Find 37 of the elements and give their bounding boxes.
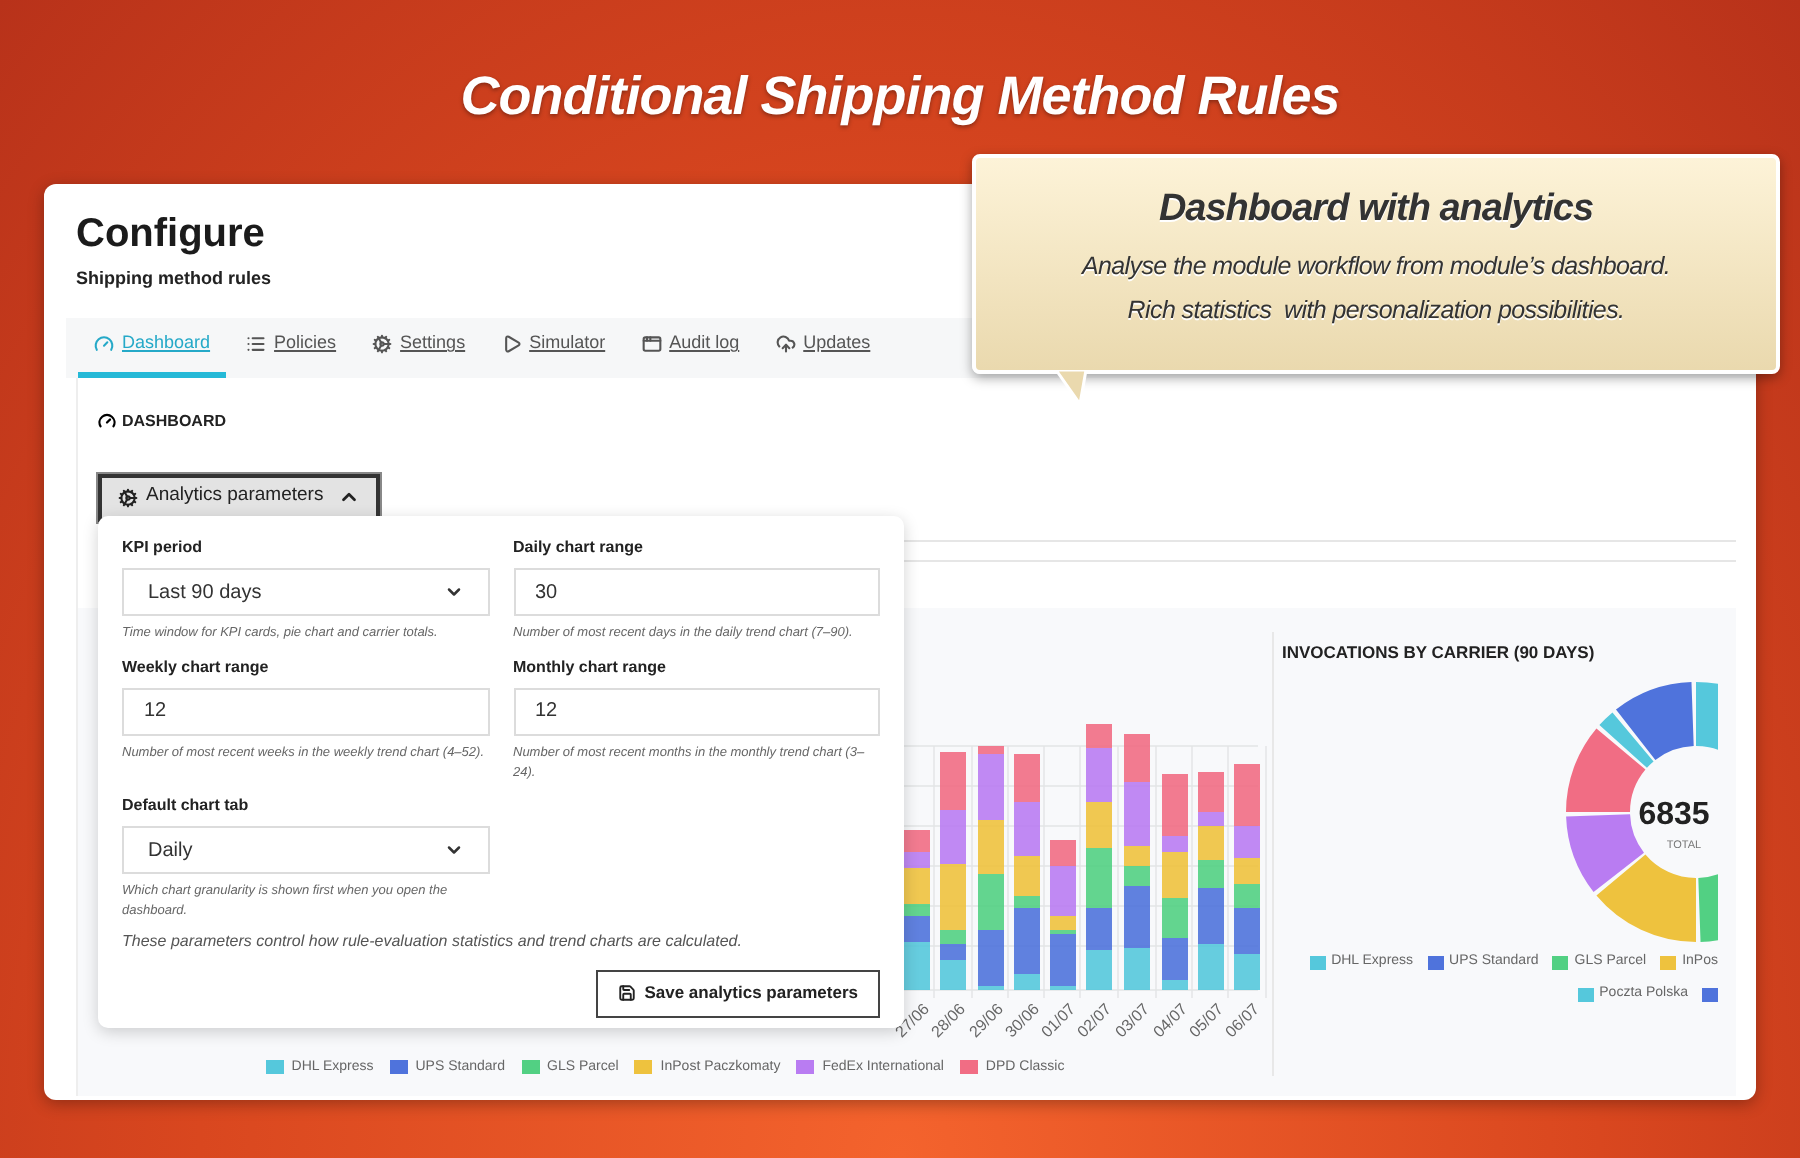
- callout-text: Analyse the module workflow from module’s dashboard.: [1081, 249, 1671, 284]
- save-icon: [618, 984, 637, 1003]
- caret-icon: [443, 582, 463, 602]
- panel-note: These parameters control how rule-evaluation statistics and trend charts are calculated.: [122, 929, 744, 954]
- banner-title: Conditional Shipping Method Rules: [460, 64, 1340, 128]
- save-button[interactable]: Save analytics parameters: [596, 969, 880, 1018]
- field-label: KPI period: [122, 536, 205, 560]
- input-field[interactable]: 12: [513, 687, 880, 736]
- field-label: Weekly chart range: [122, 655, 271, 680]
- tab-icon: [775, 334, 796, 354]
- field-label: Monthly chart range: [513, 655, 668, 680]
- analytics-parameters-button[interactable]: Analytics parameters: [98, 473, 380, 521]
- section-title: DASHBOARD: [122, 409, 226, 433]
- callout-title: Dashboard with analytics: [1158, 186, 1594, 234]
- tab[interactable]: Policies: [230, 317, 353, 377]
- callout-text: Rich statistics with personalization possibilities.: [1127, 294, 1625, 329]
- select-field[interactable]: Daily: [122, 826, 489, 875]
- input-field[interactable]: 30: [513, 568, 880, 616]
- total-value: 6835: [1638, 798, 1710, 833]
- tab[interactable]: Settings: [356, 317, 482, 377]
- page-subtitle: Shipping method rules: [76, 266, 272, 292]
- tab[interactable]: Audit log: [625, 317, 756, 377]
- tab-icon: [372, 334, 393, 354]
- tab-icon: [246, 334, 267, 354]
- chart-title: INVOCATIONS BY CARRIER (90 DAYS): [1282, 639, 1595, 665]
- field-label: Default chart tab: [122, 794, 251, 819]
- tab-icon: [501, 334, 522, 354]
- tab-icon: [94, 334, 114, 354]
- tab[interactable]: Simulator: [485, 317, 622, 377]
- select-field[interactable]: Last 90 days: [122, 568, 489, 616]
- page-title: Configure: [76, 210, 265, 260]
- tab[interactable]: Updates: [759, 317, 887, 377]
- field-label: Daily chart range: [513, 536, 645, 560]
- cog-icon: [118, 487, 138, 507]
- tab-icon: [641, 334, 662, 354]
- input-field[interactable]: 12: [122, 687, 489, 736]
- gauge-icon: [98, 412, 116, 430]
